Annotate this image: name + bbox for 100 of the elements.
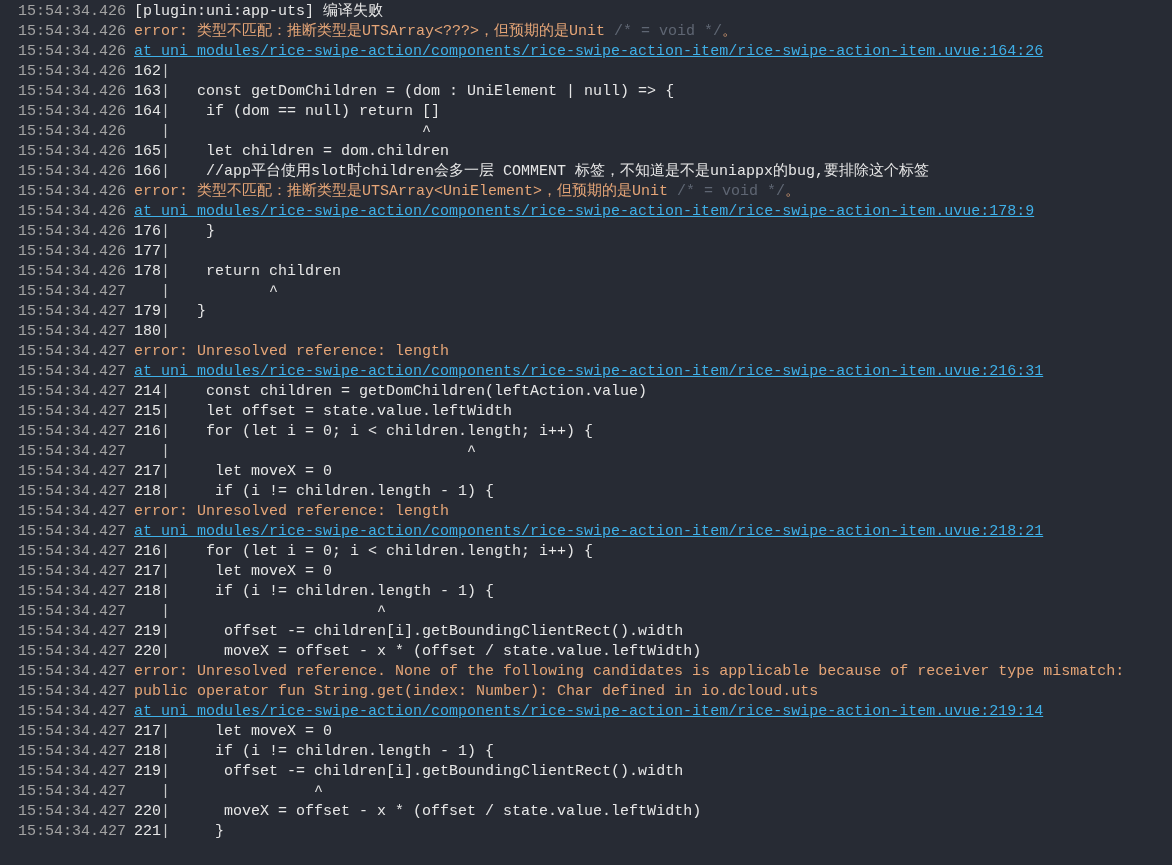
gutter-label: | [161, 782, 171, 802]
timestamp: 15:54:34.426 [18, 102, 127, 122]
file-link[interactable]: at uni_modules/rice-swipe-action/components/rice-swipe-action-item/rice-swipe-action-item.uvue:178:9 [134, 202, 1035, 222]
timestamp: 15:54:34.427 [18, 482, 127, 502]
timestamp: 15:54:34.426 [18, 162, 127, 182]
timestamp: 15:54:34.427 [18, 342, 127, 362]
timestamp: 15:54:34.426 [18, 2, 127, 22]
timestamp: 15:54:34.427 [18, 562, 127, 582]
code-line: } [196, 302, 207, 322]
timestamp: 15:54:34.427 [18, 662, 127, 682]
line-number: 219 [134, 762, 162, 782]
code-line: const children = getDomChildren(leftAction.value) [205, 382, 648, 402]
line-number: 220 [134, 802, 162, 822]
line-number: 215 [134, 402, 162, 422]
code-line: ^ [421, 122, 432, 142]
gutter-label: | [161, 442, 171, 462]
error-message: error: 类型不匹配：推断类型是UTSArray<???>，但预期的是Unit /* = void */。 [134, 22, 738, 42]
error-message: error: Unresolved reference. None of the following candidates is applicable because of receiver type mismatch: [134, 662, 1125, 682]
gutter-label: | [161, 562, 171, 582]
code-line: if (i != children.length - 1) { [214, 742, 495, 762]
gutter-label: | [161, 82, 171, 102]
code-line: for (let i = 0; i < children.length; i++) { [205, 542, 594, 562]
timestamp: 15:54:34.427 [18, 382, 127, 402]
code-line: ^ [466, 442, 477, 462]
error-message: error: Unresolved reference: length [134, 502, 450, 522]
gutter-label: | [161, 602, 171, 622]
timestamp: 15:54:34.427 [18, 722, 127, 742]
gutter-label: | [161, 102, 171, 122]
timestamp: 15:54:34.427 [18, 742, 127, 762]
gutter-label: | [161, 142, 171, 162]
gutter-label: | [161, 222, 171, 242]
timestamp: 15:54:34.427 [18, 442, 127, 462]
line-number: 218 [134, 482, 162, 502]
gutter-label: | [161, 822, 171, 842]
gutter-label: | [161, 462, 171, 482]
timestamp: 15:54:34.427 [18, 362, 127, 382]
line-number: 217 [134, 462, 162, 482]
timestamp: 15:54:34.427 [18, 302, 127, 322]
timestamp: 15:54:34.427 [18, 462, 127, 482]
code-line: moveX = offset - x * (offset / state.value.leftWidth) [223, 642, 702, 662]
file-link[interactable]: at uni_modules/rice-swipe-action/components/rice-swipe-action-item/rice-swipe-action-item.uvue:164:26 [134, 42, 1044, 62]
gutter-label: | [161, 282, 171, 302]
line-number: 162 [134, 62, 162, 82]
timestamp: 15:54:34.427 [18, 622, 127, 642]
code-line: if (i != children.length - 1) { [214, 582, 495, 602]
line-number: 178 [134, 262, 162, 282]
timestamp: 15:54:34.427 [18, 782, 127, 802]
code-line: ^ [313, 782, 324, 802]
timestamp: 15:54:34.427 [18, 682, 127, 702]
line-number: 217 [134, 562, 162, 582]
timestamp: 15:54:34.427 [18, 522, 127, 542]
line-number: 179 [134, 302, 162, 322]
code-line: let children = dom.children [205, 142, 450, 162]
file-link[interactable]: at uni_modules/rice-swipe-action/components/rice-swipe-action-item/rice-swipe-action-item.uvue:219:14 [134, 702, 1044, 722]
timestamp: 15:54:34.427 [18, 582, 127, 602]
code-line: offset -= children[i].getBoundingClientRect().width [223, 622, 684, 642]
error-message: error: Unresolved reference: length [134, 342, 450, 362]
gutter-label: | [161, 262, 171, 282]
gutter-label: | [161, 762, 171, 782]
timestamp: 15:54:34.426 [18, 62, 127, 82]
code-line: return children [205, 262, 342, 282]
gutter-label: | [161, 162, 171, 182]
gutter-label: | [161, 122, 171, 142]
timestamp: 15:54:34.427 [18, 282, 127, 302]
gutter-label: | [161, 382, 171, 402]
file-link[interactable]: at uni_modules/rice-swipe-action/components/rice-swipe-action-item/rice-swipe-action-item.uvue:218:21 [134, 522, 1044, 542]
timestamp: 15:54:34.426 [18, 82, 127, 102]
timestamp: 15:54:34.427 [18, 322, 127, 342]
gutter-label: | [161, 582, 171, 602]
code-line: const getDomChildren = (dom : UniElement | null) => { [196, 82, 675, 102]
timestamp: 15:54:34.426 [18, 242, 127, 262]
timestamp: 15:54:34.426 [18, 122, 127, 142]
gutter-label: | [161, 302, 171, 322]
timestamp: 15:54:34.427 [18, 542, 127, 562]
code-line: ^ [268, 282, 279, 302]
code-line: if (i != children.length - 1) { [214, 482, 495, 502]
line-number: 177 [134, 242, 162, 262]
error-message: error: 类型不匹配：推断类型是UTSArray<UniElement>，但预期的是Unit /* = void */。 [134, 182, 801, 202]
gutter-label: | [161, 722, 171, 742]
timestamp: 15:54:34.427 [18, 602, 127, 622]
line-number: 164 [134, 102, 162, 122]
line-number: 165 [134, 142, 162, 162]
code-line: let offset = state.value.leftWidth [205, 402, 513, 422]
line-number: 216 [134, 542, 162, 562]
gutter-label: | [161, 802, 171, 822]
code-line: moveX = offset - x * (offset / state.value.leftWidth) [223, 802, 702, 822]
timestamp: 15:54:34.426 [18, 42, 127, 62]
line-number: 218 [134, 742, 162, 762]
gutter-label: | [161, 242, 171, 262]
timestamp: 15:54:34.427 [18, 822, 127, 842]
timestamp: 15:54:34.427 [18, 802, 127, 822]
line-number: 214 [134, 382, 162, 402]
line-number: 166 [134, 162, 162, 182]
line-number: 220 [134, 642, 162, 662]
timestamp: 15:54:34.426 [18, 202, 127, 222]
timestamp: 15:54:34.427 [18, 702, 127, 722]
gutter-label: | [161, 542, 171, 562]
line-number: 163 [134, 82, 162, 102]
file-link[interactable]: at uni_modules/rice-swipe-action/components/rice-swipe-action-item/rice-swipe-action-item.uvue:216:31 [134, 362, 1044, 382]
code-line: offset -= children[i].getBoundingClientRect().width [223, 762, 684, 782]
